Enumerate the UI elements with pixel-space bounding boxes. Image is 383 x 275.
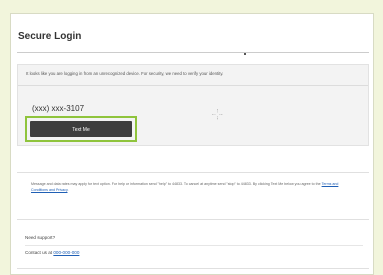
disclaimer-suffix: . — [67, 188, 69, 192]
crosshair-cursor-icon — [212, 109, 223, 120]
support-section — [17, 219, 369, 269]
contact-prefix: Contact us at — [25, 250, 53, 255]
title-divider — [17, 52, 369, 53]
dot-marker — [244, 53, 246, 55]
login-panel: Secure Login It looks like you are loggi… — [10, 13, 374, 275]
support-phone-link[interactable]: 000-000-000 — [53, 250, 79, 255]
masked-phone-number: (xxx) xxx-3107 — [32, 104, 85, 113]
notice-divider — [18, 85, 368, 86]
support-title: Need support? — [25, 235, 56, 240]
support-contact: Contact us at 000-000-000 — [25, 250, 79, 255]
page-background: Secure Login It looks like you are loggi… — [0, 0, 383, 275]
text-me-button[interactable]: Text Me — [30, 121, 132, 137]
sms-disclaimer: Message and data rates may apply for tex… — [31, 181, 351, 193]
disclaimer-text: Message and data rates may apply for tex… — [31, 182, 321, 186]
section-divider — [17, 172, 369, 173]
security-notice: It looks like you are logging in from an… — [26, 71, 224, 76]
support-divider — [25, 245, 363, 246]
page-title: Secure Login — [18, 31, 82, 42]
